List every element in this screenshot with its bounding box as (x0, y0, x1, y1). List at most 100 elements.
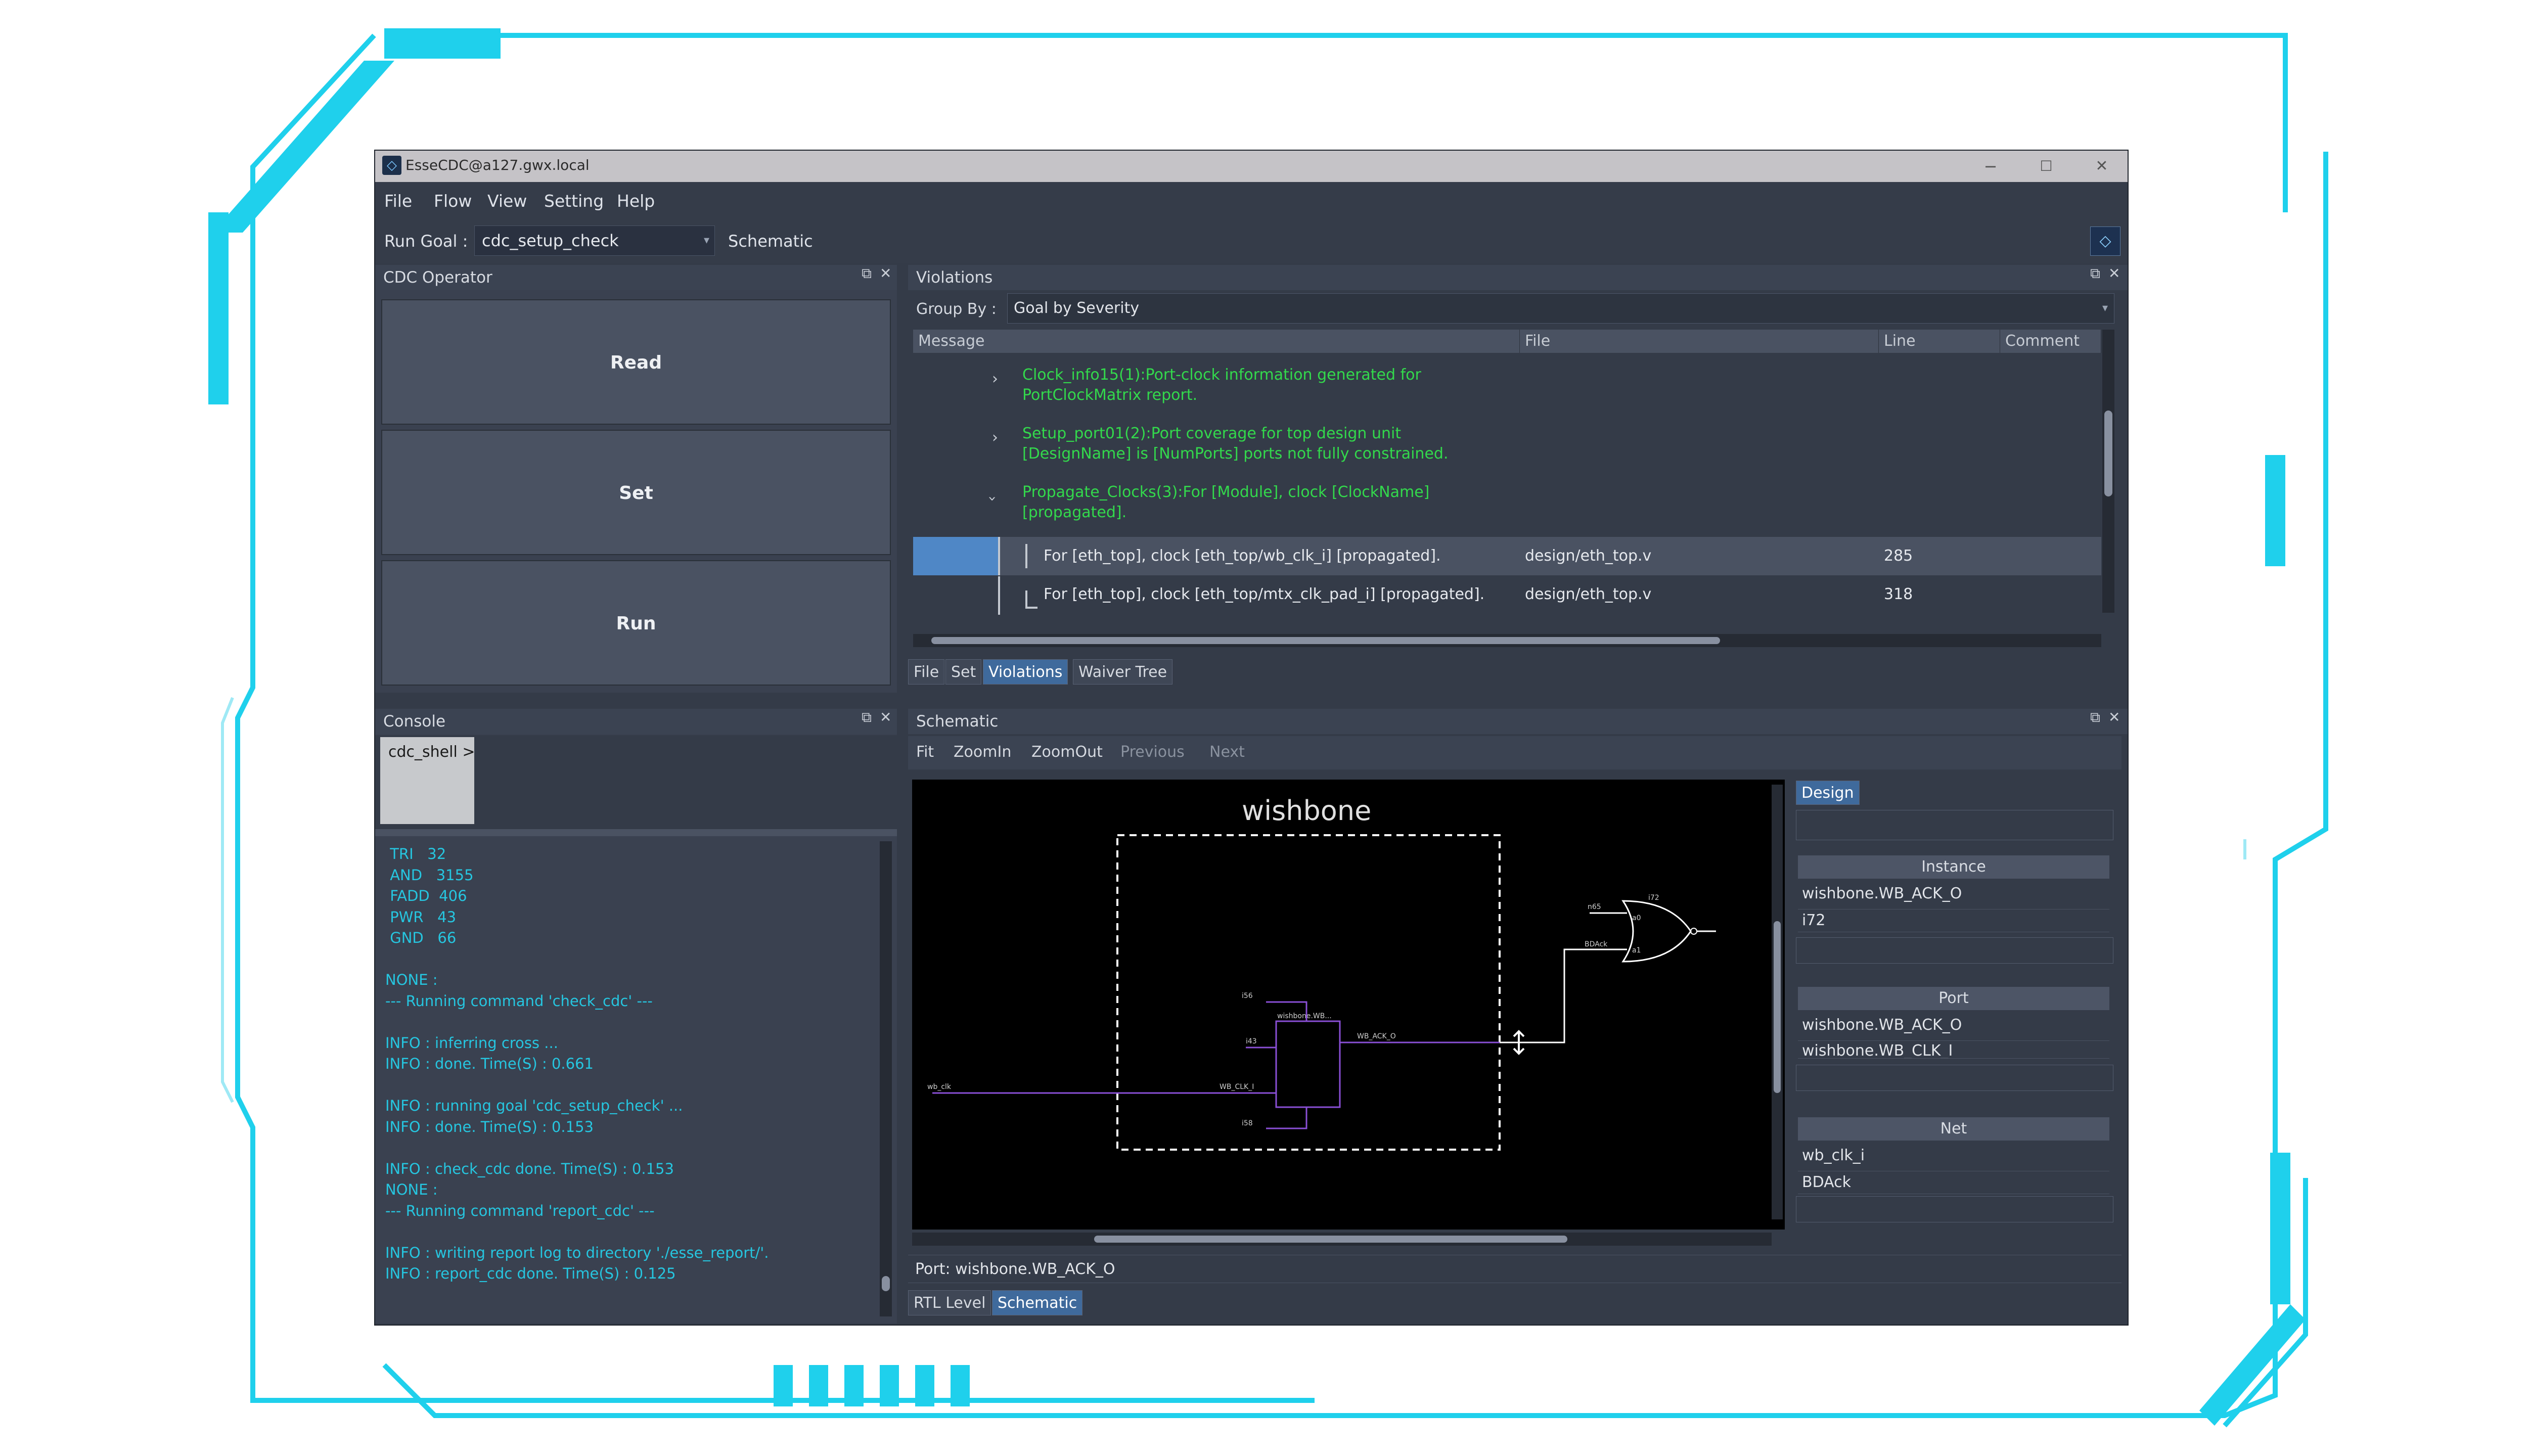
instance-list: Instance wishbone.WB_ACK_O i72 (1798, 855, 2109, 932)
console-title: Console (375, 709, 897, 734)
console-line: PWR 43 (385, 908, 457, 926)
top-net-label: i56 (1242, 992, 1253, 1000)
console-vscroll[interactable] (880, 841, 892, 1316)
scroll-thumb[interactable] (1094, 1236, 1567, 1243)
bottom-net (1266, 1107, 1307, 1129)
close-panel-icon[interactable]: ✕ (880, 709, 891, 725)
code-icon[interactable]: ◇ (2090, 226, 2120, 256)
table-row[interactable]: For [eth_top], clock [eth_top/wb_clk_i] … (913, 537, 2101, 575)
menu-setting[interactable]: Setting (544, 191, 604, 211)
schematic-title: Schematic (908, 709, 2128, 734)
mid-net-label: i43 (1246, 1037, 1257, 1045)
net-filter[interactable] (1796, 1196, 2113, 1222)
design-search-input[interactable] (1796, 810, 2113, 840)
port-filter[interactable] (1796, 1065, 2113, 1091)
violation-group[interactable]: › Clock_info15(1):Port-clock information… (913, 359, 2101, 416)
scroll-thumb[interactable] (931, 637, 1720, 644)
console-splitter[interactable] (375, 829, 897, 836)
minimize-icon[interactable]: − (1973, 153, 2008, 180)
previous-button[interactable]: Previous (1120, 743, 1185, 761)
app-logo-icon: ◇ (382, 156, 401, 175)
list-item[interactable]: BDAck (1798, 1171, 2109, 1194)
console-line: INFO : inferring cross ... (385, 1034, 558, 1052)
menu-file[interactable]: File (384, 191, 412, 211)
console-line: --- Running command 'report_cdc' --- (385, 1202, 655, 1219)
read-button[interactable]: Read (381, 299, 891, 425)
float-icon[interactable]: ⧉ (862, 709, 872, 726)
schematic-button[interactable]: Schematic (728, 232, 813, 251)
violations-hscroll[interactable] (913, 634, 2101, 647)
list-item[interactable]: wishbone.WB_CLK_I (1798, 1041, 2109, 1059)
scroll-thumb[interactable] (2104, 411, 2112, 496)
zoom-out-button[interactable]: ZoomOut (1031, 743, 1103, 761)
maximize-icon[interactable]: ☐ (2028, 153, 2064, 180)
chevron-down-icon[interactable]: › (984, 496, 1001, 502)
table-row[interactable]: For [eth_top], clock [eth_top/mtx_clk_pa… (913, 576, 2101, 615)
scroll-thumb[interactable] (882, 1276, 890, 1291)
scroll-thumb[interactable] (1774, 921, 1781, 1093)
violation-group[interactable]: › Setup_port01(2):Port coverage for top … (913, 418, 2101, 474)
column-comment[interactable]: Comment (2000, 330, 2101, 353)
tree-line (998, 576, 1000, 615)
console-line: --- Running command 'check_cdc' --- (385, 992, 653, 1010)
title-bar: ◇ EsseCDC@a127.gwx.local − ☐ ✕ (375, 151, 2128, 182)
violations-vscroll[interactable] (2102, 330, 2114, 613)
tab-waiver-tree[interactable]: Waiver Tree (1073, 659, 1173, 685)
float-icon[interactable]: ⧉ (2090, 709, 2100, 726)
clk-pin-label: WB_CLK_I (1220, 1083, 1254, 1091)
float-icon[interactable]: ⧉ (862, 265, 872, 282)
tab-set[interactable]: Set (945, 659, 982, 685)
tab-file[interactable]: File (908, 659, 945, 685)
chevron-right-icon[interactable]: › (992, 370, 998, 388)
violation-group[interactable]: › Propagate_Clocks(3):For [Module], cloc… (913, 476, 2101, 533)
list-item[interactable]: wishbone.WB_ACK_O (1798, 879, 2109, 909)
list-item[interactable]: wb_clk_i (1798, 1141, 2109, 1171)
close-panel-icon[interactable]: ✕ (2108, 265, 2120, 282)
schematic-canvas[interactable]: wishbone wishbone.WB... wb_clk WB_CLK_I … (912, 780, 1785, 1230)
instance-filter[interactable] (1796, 937, 2113, 964)
window-title: EsseCDC@a127.gwx.local (405, 157, 590, 173)
close-panel-icon[interactable]: ✕ (2108, 709, 2120, 725)
console-line: INFO : check_cdc done. Time(S) : 0.153 (385, 1160, 674, 1177)
run-button[interactable]: Run (381, 560, 891, 686)
next-button[interactable]: Next (1209, 743, 1245, 761)
group-by-select[interactable]: Goal by Severity ▾ (1007, 293, 2114, 324)
tab-violations[interactable]: Violations (983, 659, 1068, 685)
menu-flow[interactable]: Flow (434, 191, 472, 211)
schematic-hscroll[interactable] (912, 1233, 1772, 1246)
console-line: INFO : running goal 'cdc_setup_check' ..… (385, 1097, 683, 1114)
column-file[interactable]: File (1520, 330, 1879, 353)
zoom-in-button[interactable]: ZoomIn (954, 743, 1011, 761)
chevron-down-icon: ▾ (2102, 302, 2108, 314)
row-line: 285 (1884, 547, 1913, 565)
close-icon[interactable]: ✕ (2084, 153, 2119, 180)
cdc-operator-panel: CDC Operator ⧉ ✕ Read Set Run (375, 265, 897, 693)
float-icon[interactable]: ⧉ (2090, 265, 2100, 282)
chevron-right-icon[interactable]: › (992, 429, 998, 446)
column-line[interactable]: Line (1879, 330, 2000, 353)
console-line: INFO : done. Time(S) : 0.661 (385, 1055, 594, 1072)
tree-line (998, 537, 1000, 575)
set-button[interactable]: Set (381, 430, 891, 555)
menu-view[interactable]: View (487, 191, 527, 211)
list-item[interactable]: wishbone.WB_ACK_O (1798, 1010, 2109, 1041)
list-item[interactable]: i72 (1798, 909, 2109, 932)
tab-design[interactable]: Design (1796, 781, 1860, 805)
column-message[interactable]: Message (913, 330, 1520, 353)
console-line: INFO : done. Time(S) : 0.153 (385, 1118, 594, 1135)
tree-branch (1025, 607, 1037, 609)
tab-schematic[interactable]: Schematic (992, 1290, 1083, 1315)
tab-rtl-level[interactable]: RTL Level (908, 1290, 991, 1315)
run-goal-select[interactable]: cdc_setup_check ▾ (474, 225, 715, 256)
menu-help[interactable]: Help (617, 191, 655, 211)
console-input-area[interactable]: cdc_shell > (375, 735, 897, 829)
port-list: Port wishbone.WB_ACK_O wishbone.WB_CLK_I (1798, 987, 2109, 1059)
schematic-panel: Schematic ⧉ ✕ Fit ZoomIn ZoomOut Previou… (908, 709, 2128, 1324)
fit-button[interactable]: Fit (916, 743, 934, 761)
gate-name-label: i72 (1648, 894, 1659, 902)
group-message-line2: [propagated]. (1022, 504, 1127, 521)
instance-scroll[interactable] (1798, 860, 1805, 926)
console-line: INFO : writing report log to directory '… (385, 1244, 769, 1261)
schematic-vscroll[interactable] (1772, 785, 1783, 1219)
close-panel-icon[interactable]: ✕ (880, 265, 891, 282)
